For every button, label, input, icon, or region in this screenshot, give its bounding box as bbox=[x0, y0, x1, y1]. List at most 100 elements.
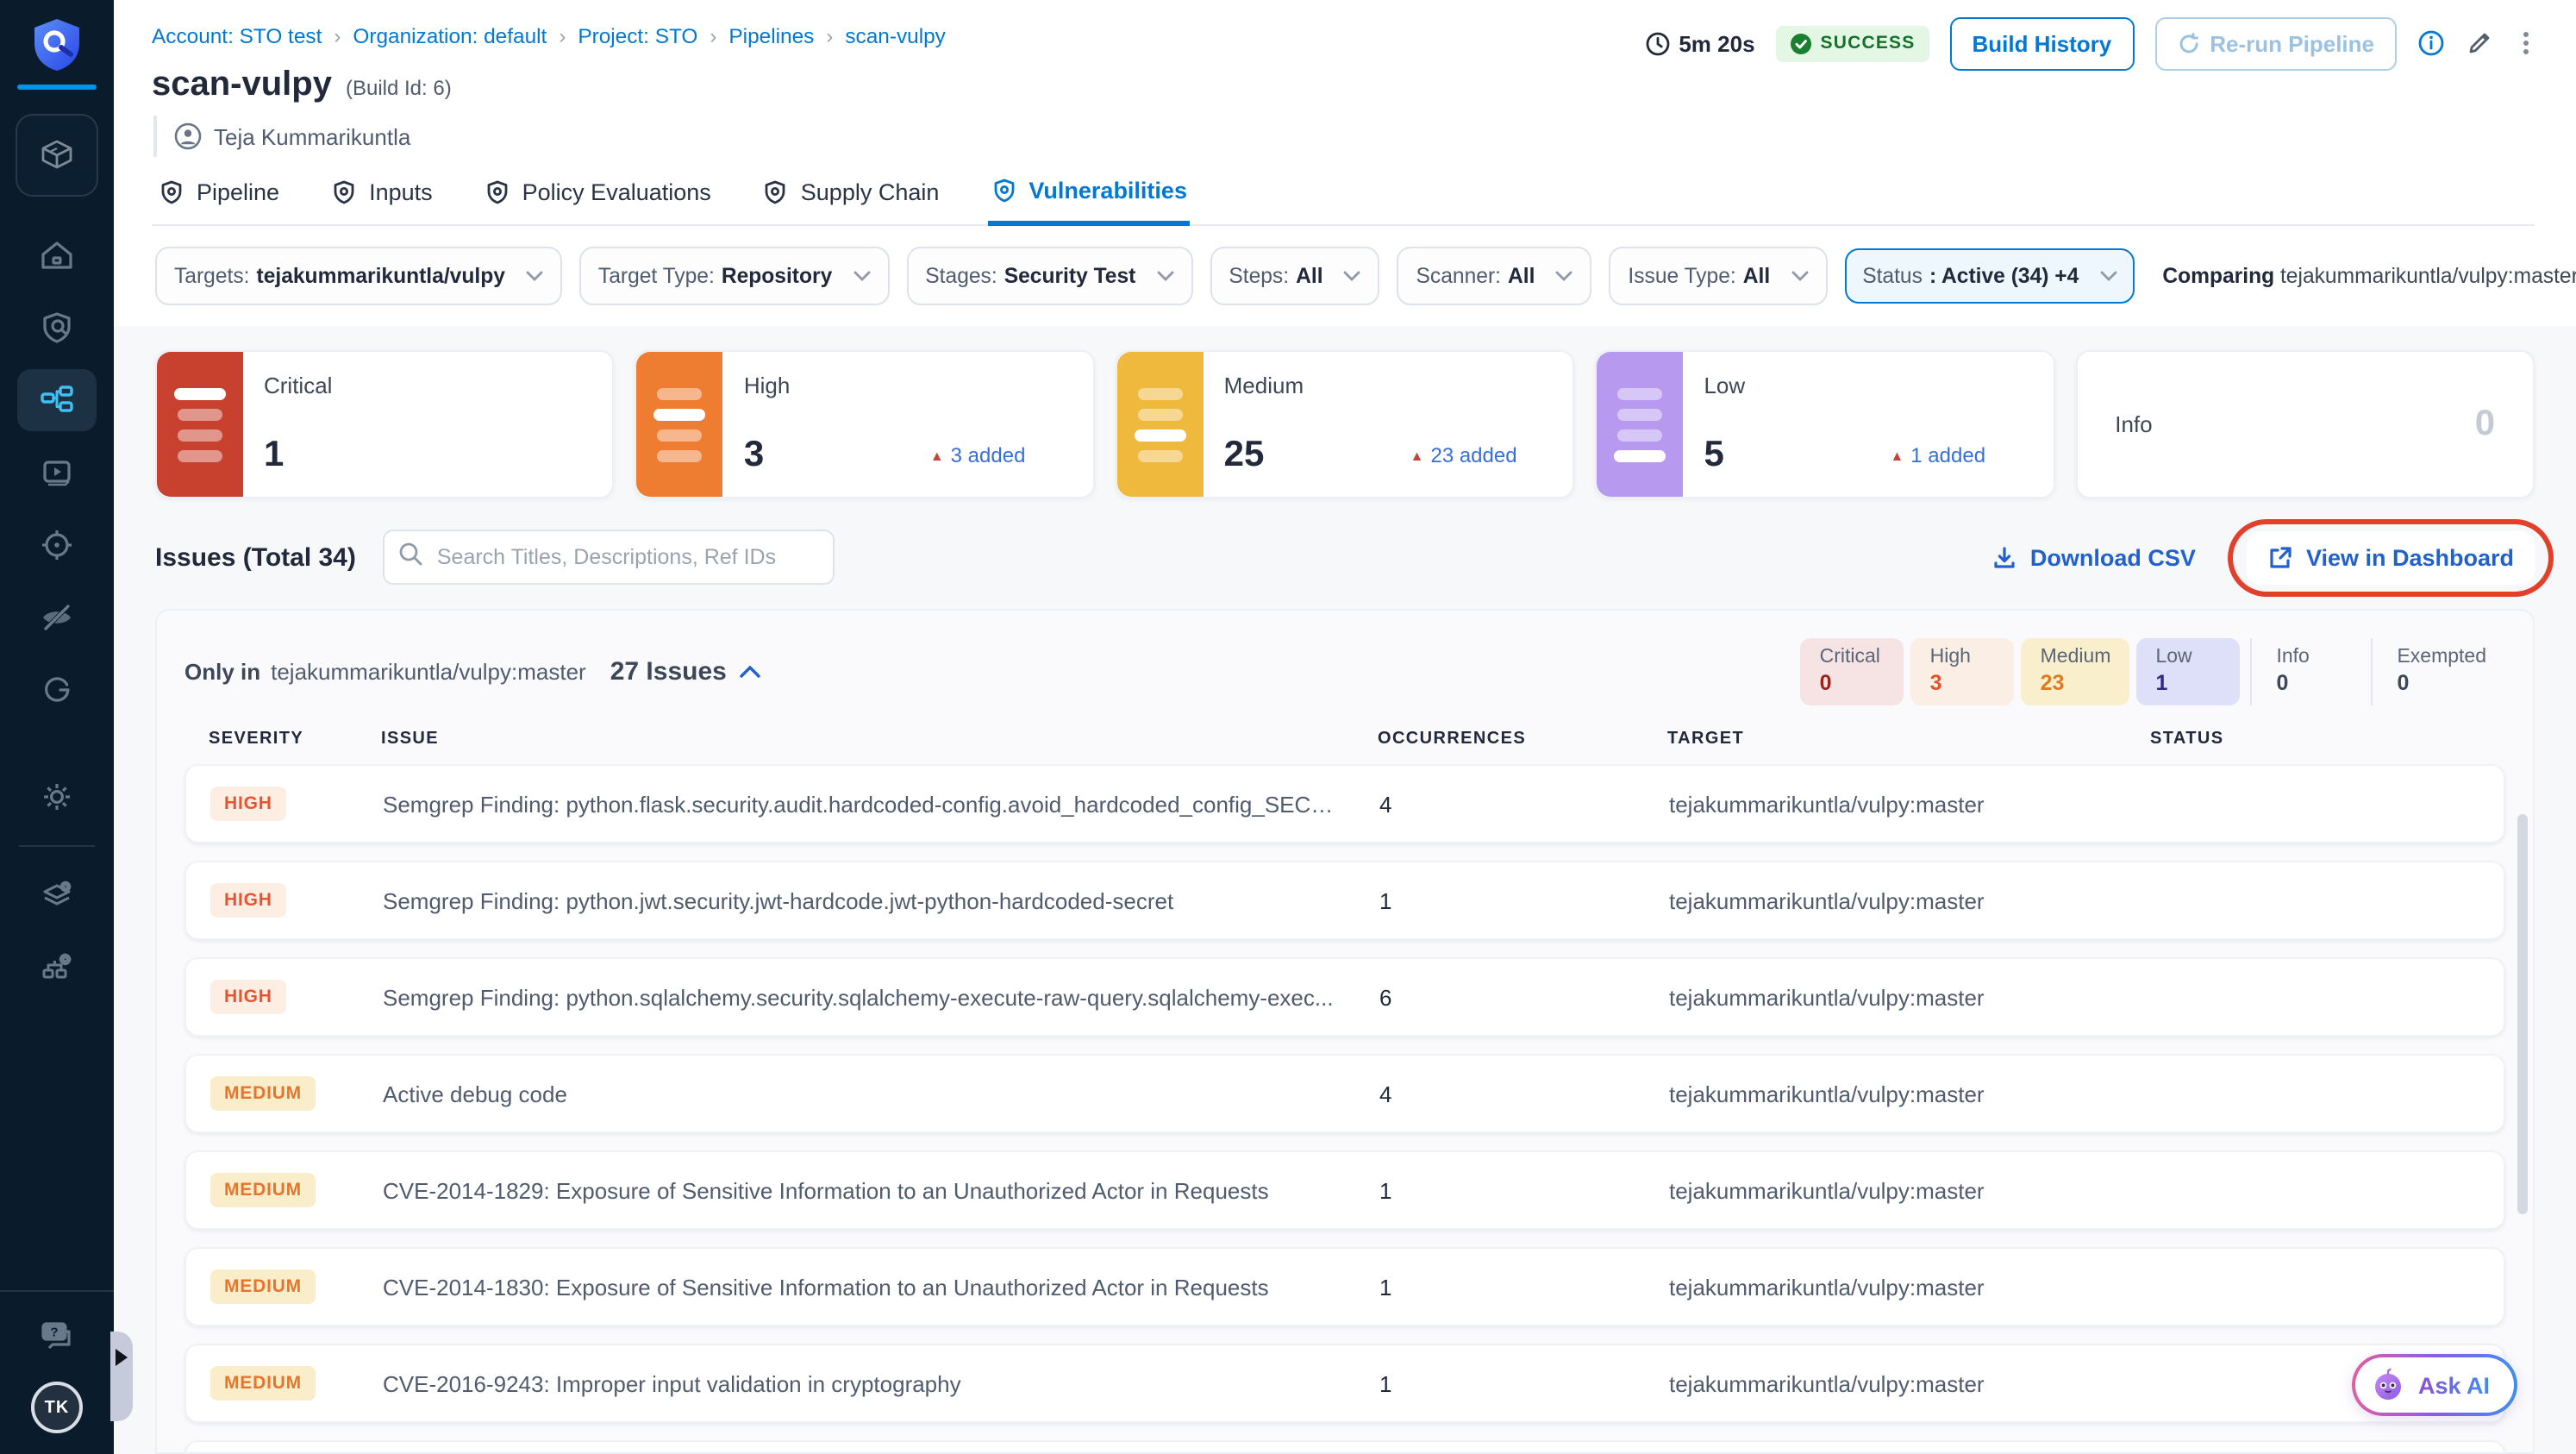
build-history-button[interactable]: Build History bbox=[1949, 16, 2135, 70]
filter-value: Security Test bbox=[1004, 264, 1136, 288]
target-icon bbox=[38, 526, 76, 564]
external-link-icon bbox=[2268, 544, 2294, 570]
severity-added-indicator: ▲ 3 added bbox=[930, 443, 1026, 467]
sidebar-item-pipelines[interactable] bbox=[17, 369, 97, 431]
left-nav-rail: ? TK bbox=[0, 0, 114, 1454]
tab[interactable]: Supply Chain bbox=[760, 171, 943, 224]
severity-card-count: 1 bbox=[264, 435, 284, 474]
issue-row[interactable]: MEDIUM CVE-2014-1829: Exposure of Sensit… bbox=[184, 1150, 2505, 1230]
harness-sto-logo[interactable] bbox=[17, 17, 97, 90]
group-issue-count[interactable]: 27 Issues bbox=[610, 657, 761, 686]
ask-ai-button[interactable]: Ask AI bbox=[2353, 1354, 2517, 1416]
tab-label: Supply Chain bbox=[800, 179, 940, 205]
issue-title: Semgrep Finding: python.jwt.security.jwt… bbox=[383, 887, 1174, 913]
edit-pipeline-button[interactable] bbox=[2466, 29, 2493, 57]
severity-chip[interactable]: Exempted 0 bbox=[2371, 638, 2505, 705]
filter-dropdown[interactable]: Target Type: Repository bbox=[578, 247, 890, 305]
chip-value: 3 bbox=[1929, 671, 1942, 695]
pipeline-info-button[interactable] bbox=[2417, 29, 2445, 57]
search-input[interactable] bbox=[383, 530, 835, 585]
breadcrumb-separator-icon: › bbox=[559, 24, 566, 48]
sidebar-item-home[interactable] bbox=[17, 224, 97, 286]
breadcrumb-link[interactable]: Account: STO test bbox=[152, 24, 322, 48]
sidebar-item-exemptions[interactable] bbox=[17, 586, 97, 649]
pipeline-tabs: Pipeline Inputs Policy Evaluations Suppl… bbox=[152, 171, 2535, 226]
severity-chip[interactable]: Info 0 bbox=[2250, 638, 2360, 705]
view-in-dashboard-wrap: View in Dashboard bbox=[2228, 518, 2554, 596]
issue-row[interactable]: MEDIUM bbox=[184, 1440, 2505, 1452]
filter-dropdown[interactable]: Scanner: All bbox=[1397, 247, 1592, 305]
issues-table-body: HIGH Semgrep Finding: python.flask.secur… bbox=[184, 764, 2505, 1452]
filter-dropdown[interactable]: Targets: tejakummarikuntla/vulpy bbox=[155, 247, 562, 305]
added-count: 23 added bbox=[1430, 443, 1517, 467]
breadcrumb-link[interactable]: scan-vulpy bbox=[845, 24, 946, 48]
chevron-down-icon bbox=[1344, 271, 1361, 281]
tab-label: Vulnerabilities bbox=[1029, 178, 1187, 204]
severity-card-name: Medium bbox=[1223, 373, 1304, 398]
view-in-dashboard-button[interactable]: View in Dashboard bbox=[2268, 544, 2514, 570]
chip-value: 0 bbox=[1819, 671, 1832, 695]
breadcrumb-link[interactable]: Pipelines bbox=[728, 24, 814, 48]
issues-table-header: SEVERITY ISSUE OCCURRENCES TARGET STATUS bbox=[184, 730, 2505, 749]
severity-card-count: 0 bbox=[2474, 404, 2496, 443]
chevron-down-icon bbox=[2099, 271, 2116, 281]
issues-scrollbar-thumb[interactable] bbox=[2517, 814, 2528, 1214]
group-target: tejakummarikuntla/vulpy:master bbox=[271, 659, 586, 685]
severity-card: Critical 1 bbox=[155, 350, 615, 498]
tab[interactable]: Vulnerabilities bbox=[987, 171, 1191, 226]
rerun-pipeline-button[interactable]: Re-run Pipeline bbox=[2154, 16, 2397, 70]
sidebar-collapse-handle[interactable] bbox=[110, 1332, 133, 1421]
issue-row[interactable]: HIGH Semgrep Finding: python.flask.secur… bbox=[184, 764, 2505, 843]
tab-icon bbox=[485, 179, 510, 205]
triggered-by-name[interactable]: Teja Kummarikuntla bbox=[214, 123, 410, 149]
severity-chip[interactable]: Low 1 bbox=[2136, 638, 2241, 705]
sidebar-item-targets[interactable] bbox=[17, 514, 97, 576]
filter-dropdown[interactable]: Stages: Security Test bbox=[906, 247, 1193, 305]
filter-dropdown[interactable]: Steps: All bbox=[1210, 247, 1380, 305]
sidebar-item-settings[interactable] bbox=[17, 766, 97, 828]
user-avatar[interactable]: TK bbox=[31, 1382, 83, 1433]
sidebar-item-scans[interactable] bbox=[17, 297, 97, 359]
issue-row[interactable]: MEDIUM Active debug code 4 tejakummariku… bbox=[184, 1054, 2505, 1133]
column-header: TARGET bbox=[1667, 730, 1745, 749]
person-icon bbox=[174, 122, 202, 150]
severity-badge: MEDIUM bbox=[210, 1366, 316, 1401]
sidebar-item-monitoring[interactable] bbox=[17, 659, 97, 721]
svg-text:?: ? bbox=[50, 1326, 58, 1340]
expand-arrow-icon bbox=[116, 1349, 128, 1366]
severity-card-name: Low bbox=[1704, 373, 1746, 398]
module-selector-button[interactable] bbox=[16, 114, 98, 197]
issue-row[interactable]: MEDIUM CVE-2016-9243: Improper input val… bbox=[184, 1344, 2505, 1423]
filter-dropdown[interactable]: Issue Type: All bbox=[1609, 247, 1828, 305]
issue-row[interactable]: HIGH Semgrep Finding: python.sqlalchemy.… bbox=[184, 957, 2505, 1037]
chip-value: 1 bbox=[2155, 671, 2168, 695]
tab[interactable]: Inputs bbox=[328, 171, 436, 224]
layers-settings-icon bbox=[38, 876, 76, 914]
chip-value: 0 bbox=[2276, 671, 2289, 695]
download-csv-button[interactable]: Download CSV bbox=[1992, 544, 2196, 570]
more-options-button[interactable] bbox=[2514, 29, 2538, 57]
occurrences-count: 1 bbox=[1379, 1274, 1392, 1300]
issue-title: CVE-2014-1829: Exposure of Sensitive Inf… bbox=[383, 1177, 1269, 1203]
tab[interactable]: Pipeline bbox=[155, 171, 283, 224]
filter-dropdown[interactable]: Status : Active (34) +4 bbox=[1844, 248, 2135, 304]
sidebar-item-project-setup[interactable] bbox=[17, 864, 97, 926]
tab[interactable]: Policy Evaluations bbox=[481, 171, 715, 224]
severity-chip[interactable]: Medium 23 bbox=[2021, 638, 2130, 705]
issue-target: tejakummarikuntla/vulpy:master bbox=[1669, 791, 1985, 817]
issue-row[interactable]: MEDIUM CVE-2014-1830: Exposure of Sensit… bbox=[184, 1247, 2505, 1326]
severity-badge: HIGH bbox=[210, 883, 286, 918]
filter-label: Steps: bbox=[1229, 264, 1290, 288]
help-button[interactable]: ? bbox=[36, 1316, 78, 1354]
issue-row[interactable]: HIGH Semgrep Finding: python.jwt.securit… bbox=[184, 861, 2505, 940]
breadcrumb-link[interactable]: Project: STO bbox=[578, 24, 697, 48]
sidebar-item-executions[interactable] bbox=[17, 442, 97, 504]
group-scope: Only in tejakummarikuntla/vulpy:master bbox=[184, 659, 586, 685]
issue-title: Semgrep Finding: python.flask.security.a… bbox=[383, 791, 1346, 817]
severity-chip[interactable]: Critical 0 bbox=[1800, 638, 1904, 705]
sidebar-item-org-setup[interactable] bbox=[17, 937, 97, 999]
filter-value: All bbox=[1742, 264, 1771, 288]
breadcrumb-link[interactable]: Organization: default bbox=[353, 24, 547, 48]
page-title: scan-vulpy bbox=[152, 66, 332, 103]
severity-chip[interactable]: High 3 bbox=[1910, 638, 2015, 705]
